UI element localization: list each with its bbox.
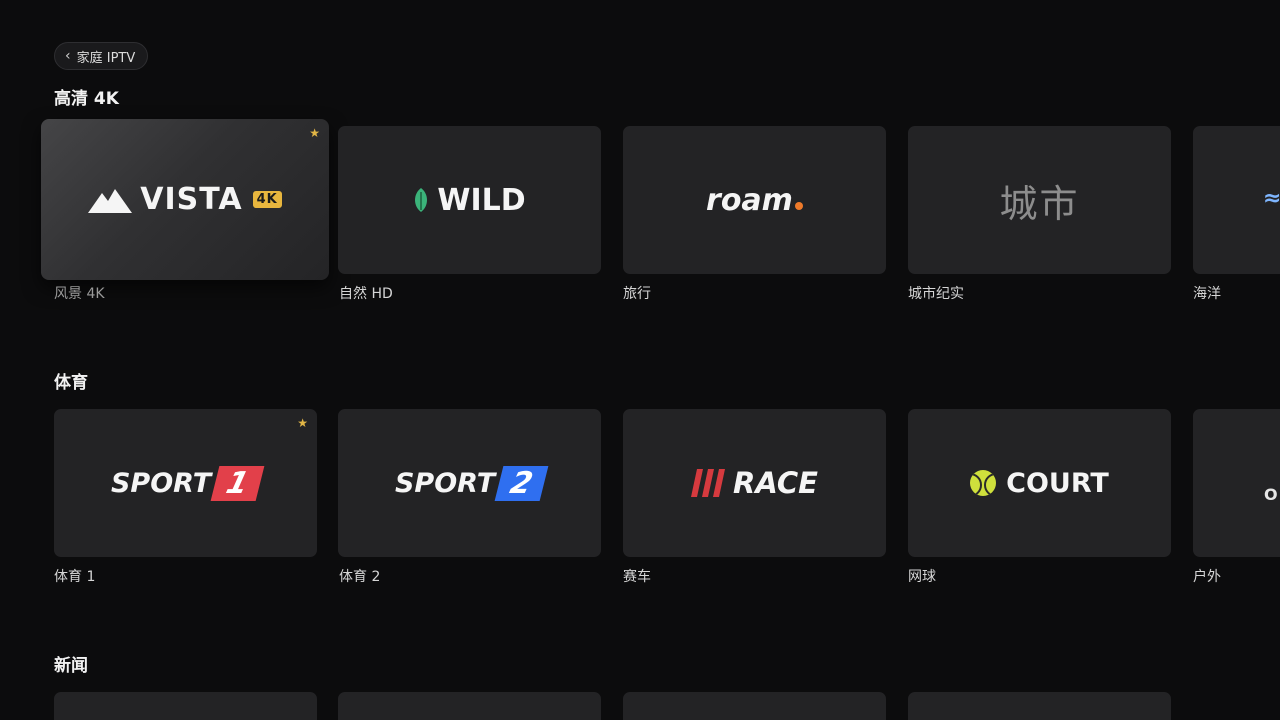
- channel-card-news-3[interactable]: [623, 692, 886, 720]
- channel-card-wild[interactable]: WILD: [338, 126, 601, 274]
- channel-card-roam[interactable]: roam: [623, 126, 886, 274]
- channel-logo-wild: WILD: [413, 182, 526, 218]
- roam-logo-text: roam: [706, 182, 793, 218]
- badge-4k: 4K: [252, 191, 282, 208]
- channel-card-ocean[interactable]: ≈: [1193, 126, 1280, 274]
- section-title-sports: 体育: [54, 373, 88, 393]
- channel-caption: 网球: [908, 569, 936, 585]
- court-logo-text: COURT: [1006, 467, 1109, 499]
- channel-caption: 风景 4K: [54, 286, 105, 302]
- channel-card-outdoor[interactable]: O: [1193, 409, 1280, 557]
- roam-dot-icon: [794, 201, 803, 210]
- channel-card-sport2[interactable]: SPORT 2: [338, 409, 601, 557]
- channel-card-news-2[interactable]: [338, 692, 601, 720]
- leaf-icon: [415, 188, 428, 212]
- sport2-logo-text: SPORT: [394, 467, 496, 499]
- channel-caption: 体育 2: [339, 569, 381, 585]
- channel-caption: 户外: [1193, 569, 1221, 585]
- sport1-logo-text: SPORT: [110, 467, 212, 499]
- channel-card-sport1[interactable]: ★ SPORT 1: [54, 409, 317, 557]
- channel-card-city[interactable]: 城市: [908, 126, 1171, 274]
- channel-card-news-1[interactable]: [54, 692, 317, 720]
- race-logo-text: RACE: [733, 466, 818, 500]
- channel-caption: 自然 HD: [339, 286, 393, 302]
- channel-caption: 城市纪实: [908, 286, 964, 302]
- channel-card-vista[interactable]: ★ VISTA 4K: [41, 119, 329, 280]
- channel-logo-sport2: SPORT 2: [394, 465, 549, 501]
- tennis-ball-icon: [970, 470, 997, 496]
- back-button[interactable]: ‹ 家庭 IPTV: [54, 42, 149, 70]
- channel-card-race[interactable]: RACE: [623, 409, 886, 557]
- vista-logo-text: VISTA: [140, 182, 243, 217]
- channel-caption: 海洋: [1193, 286, 1221, 302]
- wild-logo-text: WILD: [437, 182, 526, 218]
- sport2-number: 2: [494, 465, 549, 501]
- outdoor-logo-text: O: [1264, 485, 1278, 504]
- channel-logo-race: RACE: [691, 466, 818, 500]
- race-stripes-icon: [691, 469, 725, 497]
- channel-caption: 赛车: [623, 569, 651, 585]
- sport1-number: 1: [210, 465, 265, 501]
- chevron-left-icon: ‹: [65, 48, 71, 64]
- iptv-channel-browser: ‹ 家庭 IPTV 高清 4K ★ VISTA 4K 风景 4K WILD 自然…: [0, 0, 1280, 720]
- channel-caption: 旅行: [623, 286, 651, 302]
- channel-logo-vista: VISTA 4K: [88, 182, 282, 217]
- mountain-icon: [88, 188, 133, 213]
- favorite-star-icon: ★: [309, 126, 320, 140]
- section-title-news: 新闻: [54, 656, 88, 676]
- channel-logo-roam: roam: [706, 183, 803, 218]
- wave-icon: ≈: [1263, 186, 1280, 211]
- back-button-label: 家庭 IPTV: [76, 50, 136, 66]
- channel-card-news-4[interactable]: [908, 692, 1171, 720]
- channel-card-court[interactable]: COURT: [908, 409, 1171, 557]
- channel-logo-court: COURT: [970, 468, 1109, 499]
- section-title-4k: 高清 4K: [54, 89, 119, 109]
- channel-caption: 体育 1: [54, 569, 96, 585]
- favorite-star-icon: ★: [297, 416, 308, 430]
- channel-logo-sport1: SPORT 1: [110, 465, 265, 501]
- channel-logo-city: 城市: [999, 181, 1080, 226]
